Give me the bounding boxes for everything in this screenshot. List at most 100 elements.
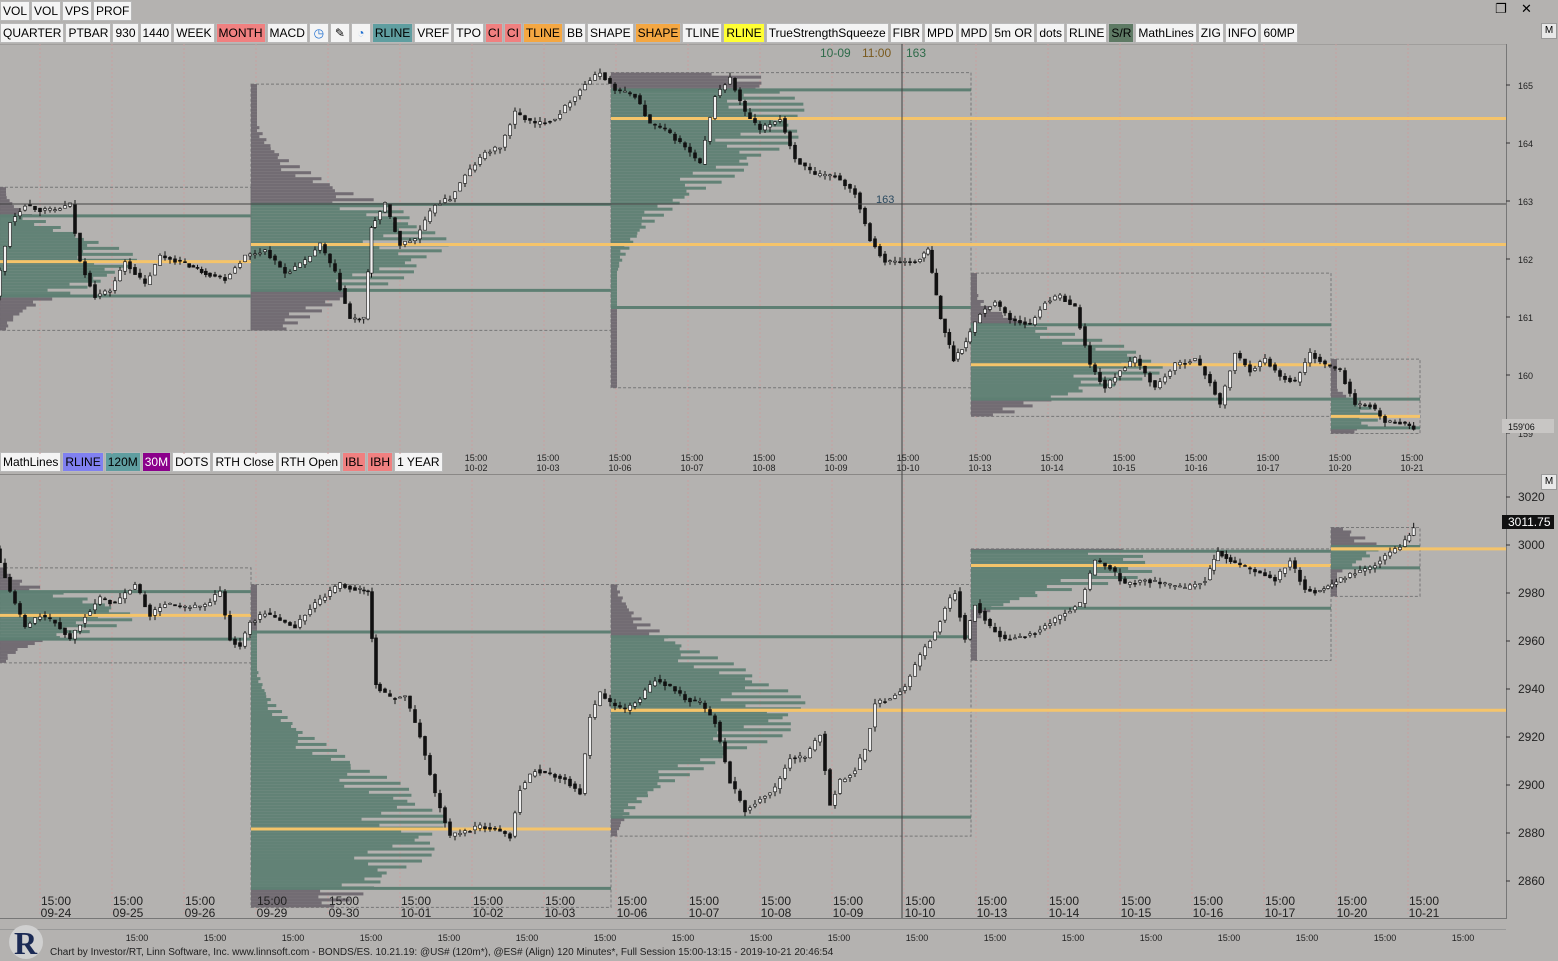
profile-bar (1331, 418, 1378, 422)
x-tick-date: 10-21 (1400, 463, 1423, 473)
profile-bar (611, 605, 627, 609)
candle-body (838, 779, 842, 794)
profile-bar (0, 276, 94, 280)
profile-bar (251, 117, 257, 121)
profile-bar (251, 87, 257, 91)
profile-bar (611, 126, 765, 130)
profile-bar (251, 234, 384, 238)
profile-bar (0, 190, 6, 194)
profile-bar (611, 237, 631, 241)
candle-body (1353, 573, 1357, 576)
candle-body (878, 699, 882, 704)
profile-bar (611, 255, 620, 259)
profile-bar (251, 225, 417, 229)
bottom-axis-time-label: 15:00 (282, 933, 305, 943)
candle-body (598, 691, 602, 706)
candle-body (1118, 370, 1122, 377)
candle-body (195, 267, 200, 269)
chart-canvas[interactable]: 165164163162161160159159'0615:0010-0215:… (0, 0, 1558, 961)
candle-body (1118, 573, 1122, 582)
candle-body (943, 318, 947, 333)
candle-body (1293, 379, 1297, 382)
profile-bar (611, 740, 768, 744)
candle-body (930, 249, 934, 273)
candle-body (188, 607, 192, 609)
profile-bar (251, 177, 322, 181)
profile-bar (611, 653, 681, 657)
candle-body (268, 249, 272, 259)
candle-body (187, 263, 191, 268)
bottom-axis-time-label: 15:00 (1062, 933, 1085, 943)
candle-body (1303, 579, 1307, 590)
x-tick-date: 09-25 (113, 906, 144, 920)
profile-bar (971, 332, 1075, 336)
profile-bar (971, 326, 1048, 330)
candle-body (951, 345, 956, 362)
candle-body (648, 684, 652, 693)
profile-bar (0, 315, 14, 319)
candle-body (468, 831, 472, 833)
candle-body (928, 641, 932, 649)
candle-body (983, 611, 987, 621)
profile-bar (611, 677, 745, 681)
profile-bar (971, 359, 1152, 363)
candle-body (1238, 562, 1242, 566)
profile-bar (971, 410, 1015, 414)
candle-body (433, 774, 437, 794)
profile-bar (611, 138, 716, 142)
candle-body (303, 259, 307, 265)
candle-body (98, 293, 102, 297)
profile-bar (611, 321, 617, 325)
candle-body (1048, 623, 1052, 626)
candle-body (633, 93, 637, 98)
candle-body (1048, 300, 1052, 303)
profile-bar (971, 350, 1137, 354)
bottom-axis-time-label: 15:00 (594, 933, 617, 943)
candle-body (893, 260, 897, 263)
candle-body (508, 833, 512, 839)
profile-bar (611, 315, 617, 319)
x-tick-date: 10-16 (1193, 906, 1224, 920)
x-tick-date: 10-17 (1256, 463, 1279, 473)
profile-bar (1331, 388, 1338, 392)
candle-body (483, 826, 487, 830)
candle-body (128, 261, 132, 270)
candle-body (803, 757, 807, 759)
profile-bar (0, 288, 48, 292)
candle-body (443, 198, 447, 203)
price-pane-1: 165164163162161160159159'0615:0010-0215:… (0, 44, 1554, 473)
profile-bar (0, 267, 105, 271)
profile-bar (251, 297, 340, 301)
candle-body (1388, 420, 1392, 423)
profile-bar (251, 144, 271, 148)
profile-bar (251, 111, 257, 115)
profile-bar (251, 820, 448, 824)
profile-bar (611, 761, 716, 765)
profile-bar (611, 641, 676, 645)
profile-bar (251, 324, 283, 328)
bottom-axis-border (0, 929, 1506, 930)
x-tick-time: 15:00 (1257, 453, 1280, 463)
profile-bar (611, 375, 617, 379)
candle-body (58, 622, 62, 630)
candle-body (1224, 554, 1229, 559)
candle-body (343, 584, 347, 588)
profile-bar (251, 778, 340, 782)
profile-bar (0, 621, 76, 625)
x-tick-time: 15:00 (1329, 453, 1352, 463)
candle-body (418, 229, 422, 240)
profile-bar (0, 309, 23, 313)
candle-body (1198, 358, 1202, 366)
candle-body (163, 255, 167, 259)
profile-bar (971, 302, 981, 306)
candle-body (908, 675, 912, 687)
profile-bar (971, 630, 977, 634)
profile-bar (251, 207, 340, 211)
x-tick-date: 10-09 (833, 906, 864, 920)
candle-body (238, 263, 242, 268)
candle-body (1068, 299, 1072, 305)
profile-bar (0, 270, 115, 274)
bottom-axis-time-label: 15:00 (360, 933, 383, 943)
candle-body (873, 238, 877, 248)
candle-body (158, 607, 162, 612)
